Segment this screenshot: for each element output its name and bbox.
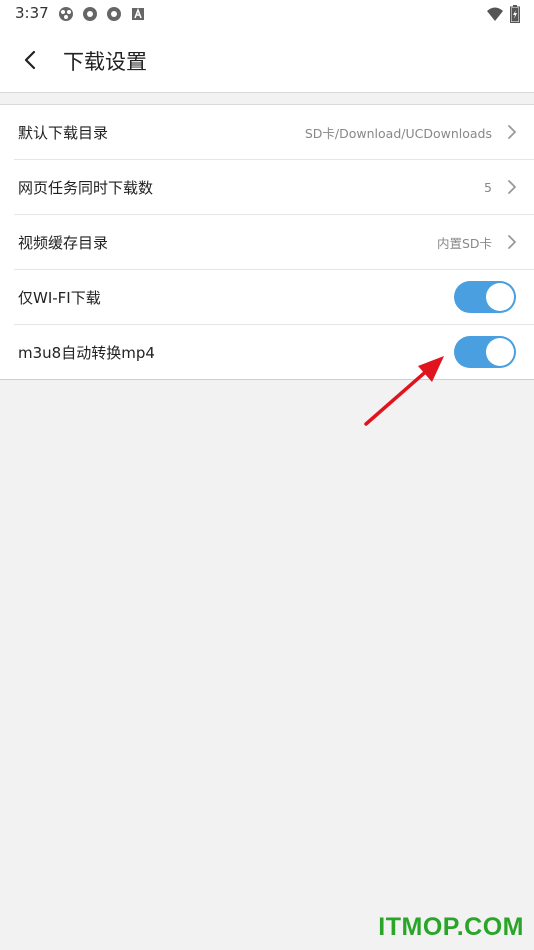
chevron-right-icon <box>508 235 516 249</box>
app-notification-icon <box>58 6 74 22</box>
setting-value: 内置SD卡 <box>436 235 492 251</box>
annotation-arrow-icon <box>364 356 444 426</box>
setting-value: SD卡/Download/UCDownloads <box>304 125 492 141</box>
toggle-knob <box>486 283 514 311</box>
wifi-only-toggle[interactable] <box>454 281 516 313</box>
toggle-knob <box>486 338 514 366</box>
setting-label: 视频缓存目录 <box>18 233 109 252</box>
setting-row-wifi-only: 仅WI-FI下载 <box>14 270 534 325</box>
setting-label: 仅WI-FI下载 <box>18 288 101 307</box>
status-time: 3:37 <box>15 4 49 22</box>
font-a-icon <box>130 6 146 22</box>
aperture-icon <box>82 6 98 22</box>
setting-row-default-download-dir[interactable]: 默认下载目录 SD卡/Download/UCDownloads <box>14 105 534 160</box>
m3u8-convert-toggle[interactable] <box>454 336 516 368</box>
setting-row-video-cache-dir[interactable]: 视频缓存目录 内置SD卡 <box>14 215 534 270</box>
setting-row-m3u8-convert: m3u8自动转换mp4 <box>14 325 534 379</box>
chevron-left-icon <box>24 50 36 70</box>
settings-list: 默认下载目录 SD卡/Download/UCDownloads 网页任务同时下载… <box>0 104 534 380</box>
watermark: ITMOP.COM <box>378 913 524 941</box>
chevron-right-icon <box>508 180 516 194</box>
battery-icon <box>510 5 520 27</box>
notification-icons <box>58 6 146 22</box>
system-icons <box>486 5 520 27</box>
aperture-icon <box>106 6 122 22</box>
setting-row-concurrent-downloads[interactable]: 网页任务同时下载数 5 <box>14 160 534 215</box>
setting-label: 网页任务同时下载数 <box>18 178 154 197</box>
page-title: 下载设置 <box>63 50 147 74</box>
setting-value: 5 <box>484 179 492 195</box>
chevron-right-icon <box>508 125 516 139</box>
wifi-icon <box>486 6 504 26</box>
setting-label: m3u8自动转换mp4 <box>18 343 155 362</box>
setting-label: 默认下载目录 <box>18 123 109 142</box>
app-header: 下载设置 <box>0 28 534 93</box>
status-bar: 3:37 <box>0 0 534 28</box>
back-button[interactable] <box>16 44 46 76</box>
